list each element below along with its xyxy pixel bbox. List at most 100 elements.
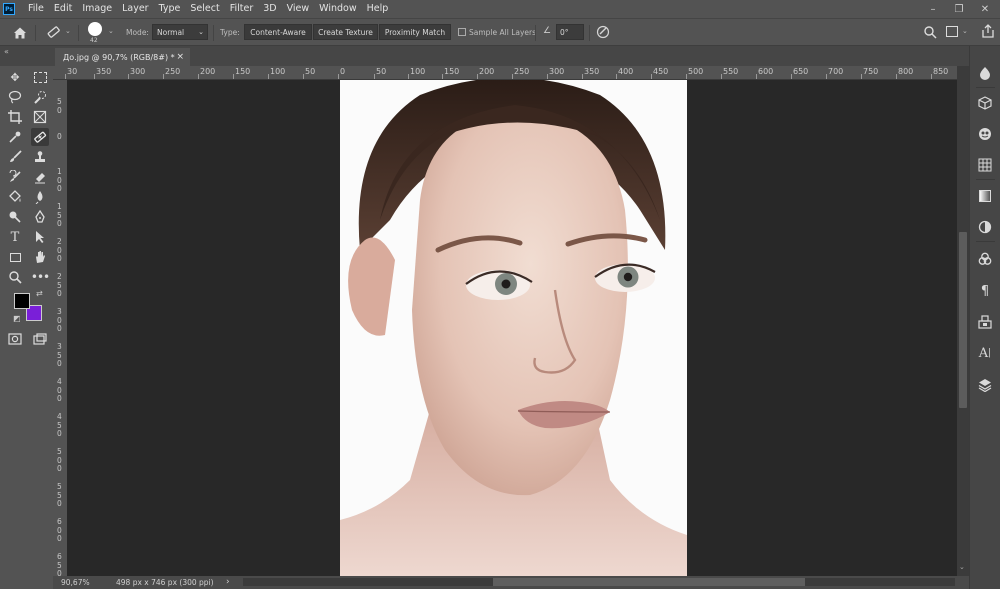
portrait-image — [340, 80, 687, 576]
ruler-label: 300 — [57, 307, 62, 333]
type-label: Type: — [220, 28, 240, 37]
eraser-tool-icon[interactable] — [31, 168, 49, 186]
pen-tool-icon[interactable] — [31, 208, 49, 226]
menu-view[interactable]: View — [282, 0, 315, 18]
dodge-tool-icon[interactable] — [6, 208, 24, 226]
move-tool-icon[interactable]: ✥ — [6, 68, 24, 86]
type-tool-icon[interactable]: T — [6, 228, 24, 246]
brush-tool-icon[interactable] — [6, 148, 24, 166]
share-icon[interactable] — [981, 24, 995, 38]
menu-layer[interactable]: Layer — [117, 0, 154, 18]
marquee-tool-icon[interactable] — [31, 68, 49, 86]
angle-input[interactable]: 0° — [556, 24, 584, 40]
workspace-icon[interactable] — [946, 26, 958, 37]
ruler-label: 350 — [584, 67, 600, 76]
vertical-scroll-thumb[interactable] — [959, 232, 967, 408]
search-icon[interactable] — [923, 25, 937, 39]
menu-help[interactable]: Help — [362, 0, 394, 18]
tab-close-icon[interactable]: × — [176, 52, 184, 62]
ruler-label: 300 — [549, 67, 565, 76]
horizontal-scrollbar[interactable] — [243, 578, 955, 586]
tools-panel: ✥ T ••• ⇄ ◩ — [0, 66, 53, 576]
mode-select[interactable]: Normal ⌄ — [152, 24, 208, 40]
eyedropper-tool-icon[interactable] — [6, 128, 24, 146]
scroll-down-icon[interactable]: ⌄ — [959, 563, 965, 571]
gradients-panel-icon[interactable] — [976, 187, 994, 205]
home-icon[interactable] — [12, 25, 28, 41]
ruler-label: 250 — [514, 67, 530, 76]
frame-tool-icon[interactable] — [31, 108, 49, 126]
ruler-label: 450 — [57, 412, 62, 438]
restore-button[interactable]: ❐ — [946, 0, 972, 18]
menu-type[interactable]: Type — [154, 0, 186, 18]
ruler-label: 200 — [57, 237, 62, 263]
chevron-down-icon[interactable]: ⌄ — [108, 27, 114, 35]
foreground-color-swatch[interactable] — [14, 293, 30, 309]
menu-select[interactable]: Select — [185, 0, 224, 18]
ruler-label: 600 — [57, 517, 62, 543]
swatches-panel-icon[interactable] — [976, 156, 994, 174]
ruler-label: 200 — [479, 67, 495, 76]
minimize-button[interactable]: – — [920, 0, 946, 18]
document-tab[interactable]: До.jpg @ 90,7% (RGB/8#) * × — [55, 48, 190, 66]
adjustments-panel-icon[interactable] — [976, 218, 994, 236]
default-colors-icon[interactable]: ◩ — [13, 314, 21, 323]
menu-file[interactable]: File — [23, 0, 49, 18]
chevron-down-icon[interactable]: ⌄ — [962, 27, 968, 35]
layers-panel-icon[interactable] — [976, 376, 994, 394]
document-photo[interactable] — [340, 80, 687, 576]
brush-size-value: 42 — [90, 37, 98, 44]
learn-panel-icon[interactable] — [976, 125, 994, 143]
type-proximity-match-button[interactable]: Proximity Match — [379, 24, 451, 40]
menu-window[interactable]: Window — [314, 0, 361, 18]
screen-mode-icon[interactable] — [31, 330, 49, 348]
zoom-level[interactable]: 90,67% — [61, 578, 90, 587]
collapse-toolbar-icon[interactable]: « — [4, 47, 9, 56]
chevron-down-icon[interactable]: ⌄ — [65, 27, 71, 35]
healing-brush-tool-preset-icon[interactable] — [45, 24, 61, 40]
crop-tool-icon[interactable] — [6, 108, 24, 126]
more-tools-icon[interactable]: ••• — [31, 268, 50, 286]
clone-stamp-tool-icon[interactable] — [31, 148, 49, 166]
ruler-label: 350 — [57, 342, 62, 368]
healing-brush-tool-icon[interactable] — [31, 128, 49, 146]
rectangle-tool-icon[interactable] — [6, 248, 24, 266]
3d-panel-icon[interactable] — [976, 94, 994, 112]
close-window-button[interactable]: ✕ — [972, 0, 998, 18]
paint-bucket-tool-icon[interactable] — [6, 188, 24, 206]
horizontal-scroll-thumb[interactable] — [493, 578, 805, 586]
vertical-scrollbar[interactable]: ⌄ — [957, 66, 969, 576]
swap-colors-icon[interactable]: ⇄ — [36, 289, 43, 298]
styles-panel-icon[interactable] — [976, 250, 994, 268]
ruler-label: 250 — [165, 67, 181, 76]
zoom-tool-icon[interactable] — [6, 268, 24, 286]
vertical-ruler: 5001001502002503003504004505005506006507 — [53, 80, 67, 576]
sample-all-layers-checkbox[interactable] — [458, 28, 466, 36]
ruler-label: 700 — [828, 67, 844, 76]
menu-image[interactable]: Image — [77, 0, 117, 18]
brush-preview-icon[interactable] — [88, 22, 102, 36]
lasso-tool-icon[interactable] — [6, 88, 24, 106]
history-brush-tool-icon[interactable] — [6, 168, 24, 186]
status-menu-arrow-icon[interactable]: › — [226, 577, 230, 587]
type-content-aware-button[interactable]: Content-Aware — [244, 24, 312, 40]
pressure-icon[interactable] — [596, 25, 610, 39]
paragraph-panel-icon[interactable]: ¶ — [976, 282, 994, 300]
chevron-down-icon: ⌄ — [198, 28, 204, 36]
path-selection-tool-icon[interactable] — [31, 228, 49, 246]
ruler-label: 550 — [723, 67, 739, 76]
character-panel-icon[interactable]: A | — [976, 344, 994, 362]
quick-mask-icon[interactable] — [6, 330, 24, 348]
blur-tool-icon[interactable] — [31, 188, 49, 206]
menu-filter[interactable]: Filter — [225, 0, 259, 18]
quick-selection-tool-icon[interactable] — [31, 88, 49, 106]
canvas-area[interactable] — [67, 80, 957, 576]
menu-3d[interactable]: 3D — [258, 0, 281, 18]
color-panel-icon[interactable] — [976, 64, 994, 82]
ruler-label: 850 — [933, 67, 949, 76]
ruler-label: 400 — [618, 67, 634, 76]
menu-edit[interactable]: Edit — [49, 0, 77, 18]
hand-tool-icon[interactable] — [31, 248, 49, 266]
type-create-texture-button[interactable]: Create Texture — [313, 24, 378, 40]
libraries-panel-icon[interactable] — [976, 313, 994, 331]
